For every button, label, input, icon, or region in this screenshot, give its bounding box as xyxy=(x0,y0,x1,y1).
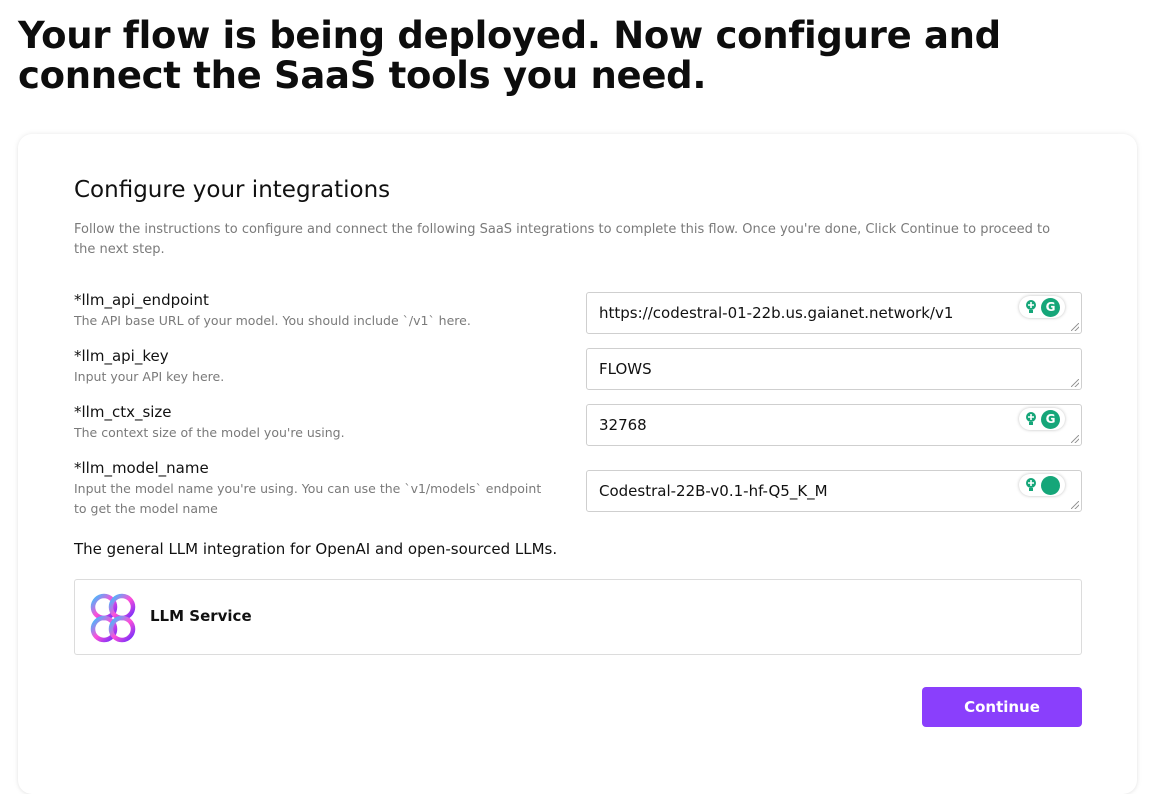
field-row-llm-ctx-size: *llm_ctx_size The context size of the mo… xyxy=(74,402,1082,446)
llm-model-name-input[interactable]: Codestral-22B-v0.1-hf-Q5_K_M G xyxy=(586,470,1082,512)
field-help: The API base URL of your model. You shou… xyxy=(74,313,471,328)
integration-description: The general LLM integration for OpenAI a… xyxy=(74,540,558,558)
field-help: Input your API key here. xyxy=(74,369,225,384)
llm-ctx-size-input[interactable]: 32768 G xyxy=(586,404,1082,446)
lightbulb-icon xyxy=(1026,478,1036,491)
field-value: FLOWS xyxy=(599,360,652,378)
lightbulb-icon xyxy=(1026,300,1036,313)
field-help: Input the model name you're using. You c… xyxy=(74,481,542,516)
resize-handle[interactable] xyxy=(1071,435,1079,443)
grammarly-icon: G xyxy=(1041,476,1060,495)
field-row-llm-api-endpoint: *llm_api_endpoint The API base URL of yo… xyxy=(74,290,1082,334)
grammarly-icon: G xyxy=(1041,298,1060,317)
resize-handle[interactable] xyxy=(1071,323,1079,331)
llm-api-key-input[interactable]: FLOWS xyxy=(586,348,1082,390)
grammarly-badge[interactable]: G xyxy=(1019,296,1065,318)
field-value: Codestral-22B-v0.1-hf-Q5_K_M xyxy=(599,482,828,500)
resize-handle[interactable] xyxy=(1071,501,1079,509)
field-help: The context size of the model you're usi… xyxy=(74,425,345,440)
field-value: https://codestral-01-22b.us.gaianet.netw… xyxy=(599,304,954,322)
page-heading: Your flow is being deployed. Now configu… xyxy=(18,14,1001,97)
field-row-llm-api-key: *llm_api_key Input your API key here. FL… xyxy=(74,346,1082,390)
field-row-llm-model-name: *llm_model_name Input the model name you… xyxy=(74,458,1082,519)
llm-api-endpoint-input[interactable]: https://codestral-01-22b.us.gaianet.netw… xyxy=(586,292,1082,334)
field-value: 32768 xyxy=(599,416,647,434)
grammarly-badge[interactable]: G xyxy=(1019,474,1065,496)
integration-card: Configure your integrations Follow the i… xyxy=(18,134,1137,794)
llm-service-logo-icon xyxy=(90,593,136,643)
grammarly-icon: G xyxy=(1041,410,1060,429)
lightbulb-icon xyxy=(1026,412,1036,425)
card-description: Follow the instructions to configure and… xyxy=(74,222,1051,257)
continue-button[interactable]: Continue xyxy=(922,687,1082,727)
resize-handle[interactable] xyxy=(1071,379,1079,387)
grammarly-badge[interactable]: G xyxy=(1019,408,1065,430)
llm-service-integration[interactable]: LLM Service xyxy=(74,579,1082,655)
card-title: Configure your integrations xyxy=(74,177,391,203)
service-name: LLM Service xyxy=(150,607,252,625)
